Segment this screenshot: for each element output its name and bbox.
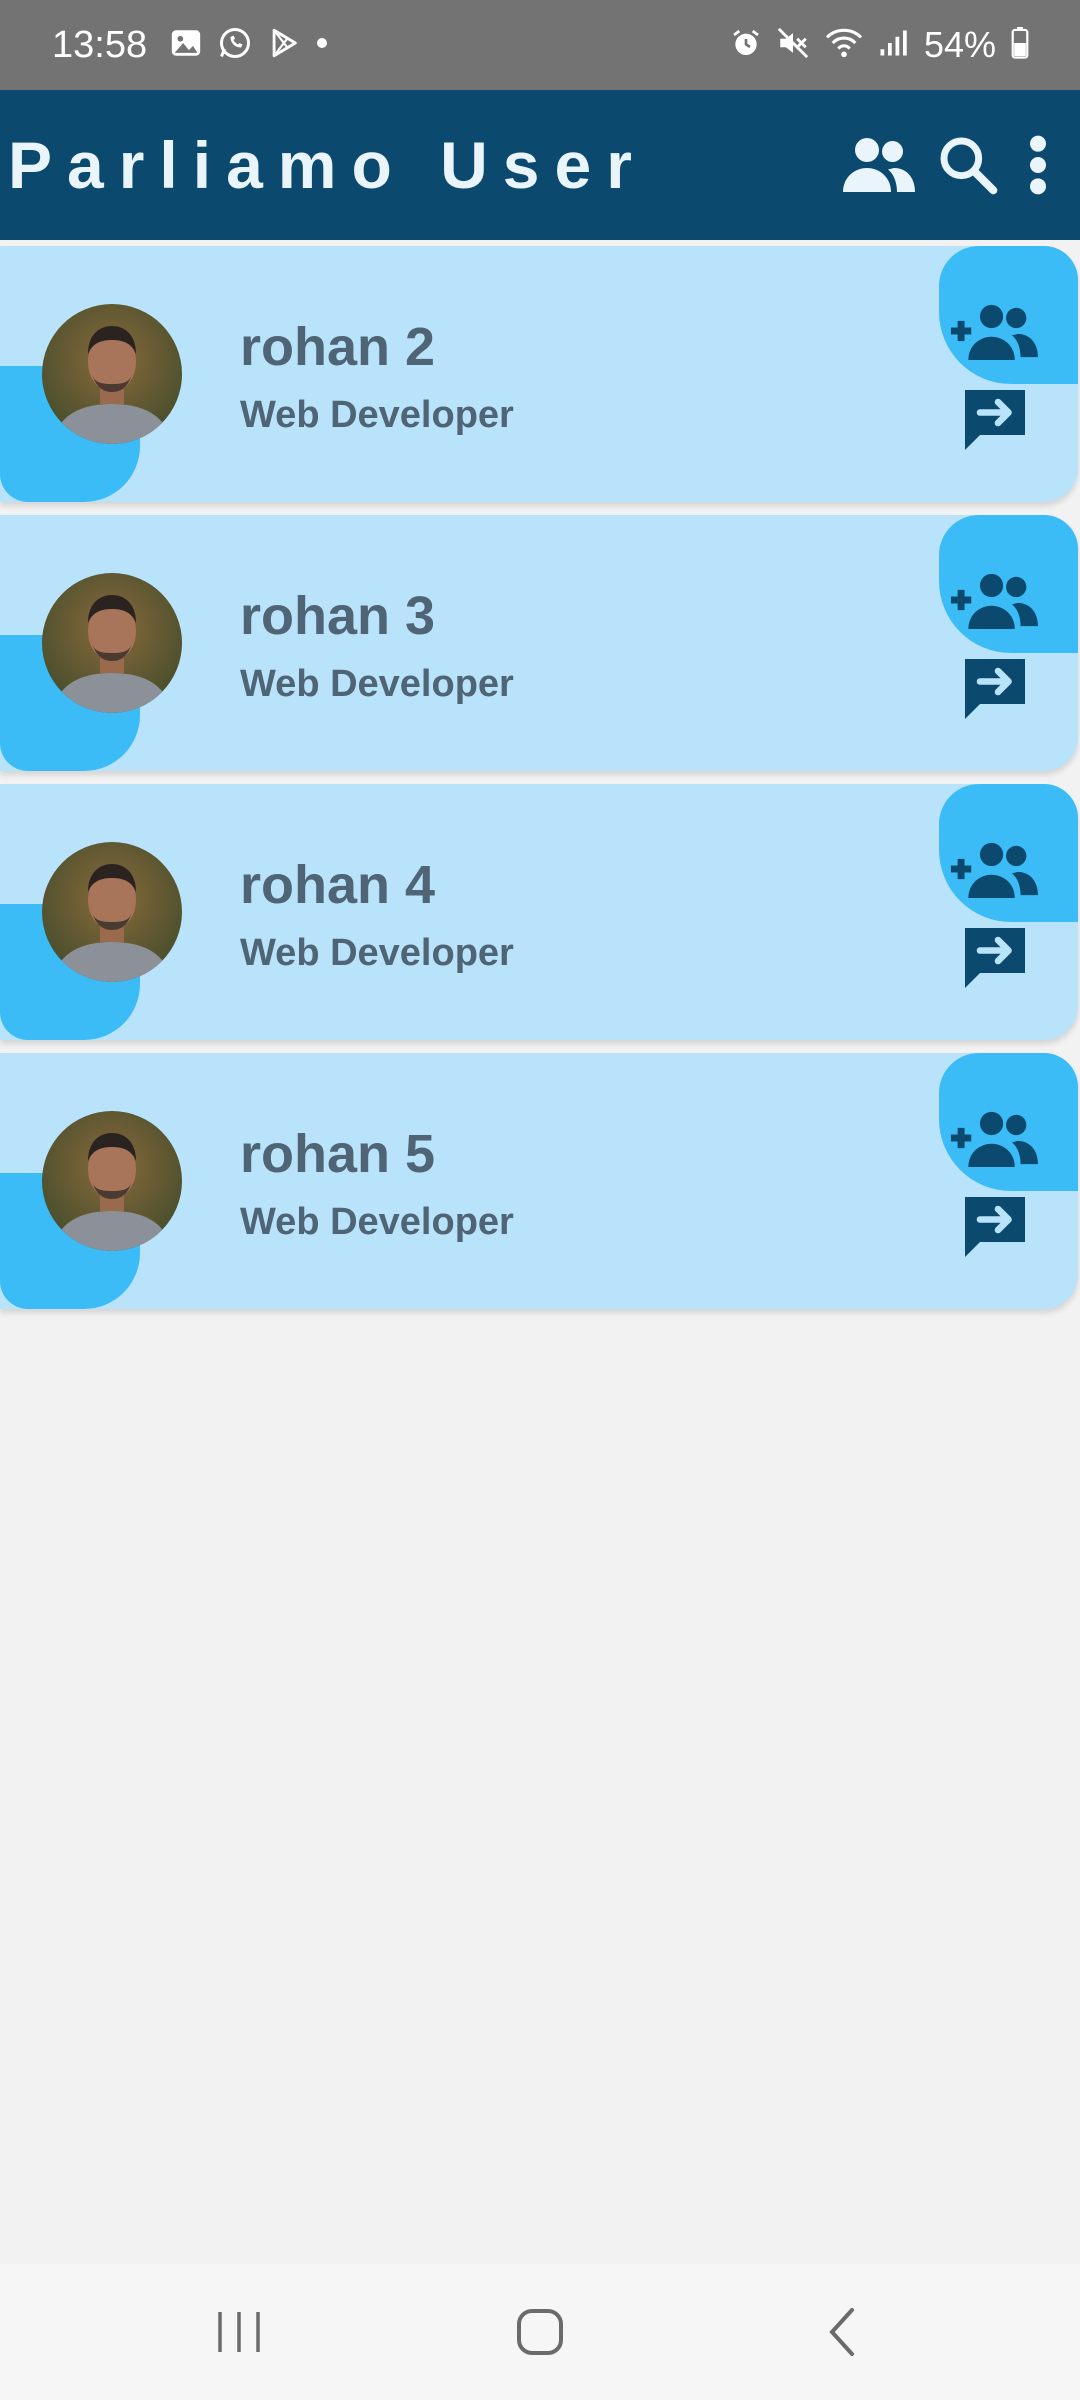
app-title: Parliamo User xyxy=(8,128,647,202)
recent-apps-icon[interactable] xyxy=(214,2304,264,2365)
home-icon[interactable] xyxy=(514,2304,566,2365)
app-bar-actions xyxy=(822,133,1058,197)
user-role: Web Developer xyxy=(240,663,514,705)
avatar xyxy=(42,573,182,713)
user-role: Web Developer xyxy=(240,932,514,974)
battery-percent: 54% xyxy=(923,24,996,65)
user-card[interactable]: rohan 5 Web Developer xyxy=(0,1053,1078,1309)
chat-icon[interactable] xyxy=(958,1191,1032,1268)
user-name: rohan 4 xyxy=(240,855,436,915)
user-role: Web Developer xyxy=(240,394,514,436)
user-list: rohan 2 Web Developer rohan 3 Web Develo… xyxy=(0,246,1080,1322)
battery-icon xyxy=(996,26,1030,64)
status-bar: 13:58 54% xyxy=(0,0,1080,90)
play-store-icon xyxy=(267,26,315,65)
user-role: Web Developer xyxy=(240,1201,514,1243)
status-left: 13:58 xyxy=(52,24,343,67)
chat-icon[interactable] xyxy=(958,653,1032,730)
user-card[interactable]: rohan 3 Web Developer xyxy=(0,515,1078,771)
signal-icon xyxy=(864,28,908,63)
user-name: rohan 3 xyxy=(240,586,436,646)
status-time: 13:58 xyxy=(52,23,148,66)
user-name: rohan 5 xyxy=(240,1124,436,1184)
add-friend-icon[interactable] xyxy=(948,571,1038,634)
add-friend-icon[interactable] xyxy=(948,840,1038,903)
back-icon[interactable] xyxy=(822,2304,862,2365)
chat-icon[interactable] xyxy=(958,384,1032,461)
dot-icon xyxy=(315,36,343,55)
system-nav-bar xyxy=(0,2264,1080,2400)
status-right: 54% xyxy=(716,24,1030,66)
avatar xyxy=(42,304,182,444)
more-vert-icon[interactable] xyxy=(1018,133,1058,197)
add-friend-icon[interactable] xyxy=(948,1109,1038,1172)
mute-icon xyxy=(762,26,810,65)
avatar xyxy=(42,842,182,982)
chat-icon[interactable] xyxy=(958,922,1032,999)
search-icon[interactable] xyxy=(936,133,1000,197)
whatsapp-icon xyxy=(217,25,267,66)
add-friend-icon[interactable] xyxy=(948,302,1038,365)
alarm-icon xyxy=(716,27,762,64)
app-bar: Parliamo User xyxy=(0,90,1080,240)
groups-icon[interactable] xyxy=(840,134,918,196)
user-card[interactable]: rohan 4 Web Developer xyxy=(0,784,1078,1040)
user-card[interactable]: rohan 2 Web Developer xyxy=(0,246,1078,502)
wifi-icon xyxy=(810,26,864,65)
user-name: rohan 2 xyxy=(240,317,436,377)
gallery-icon xyxy=(169,26,217,65)
avatar xyxy=(42,1111,182,1251)
